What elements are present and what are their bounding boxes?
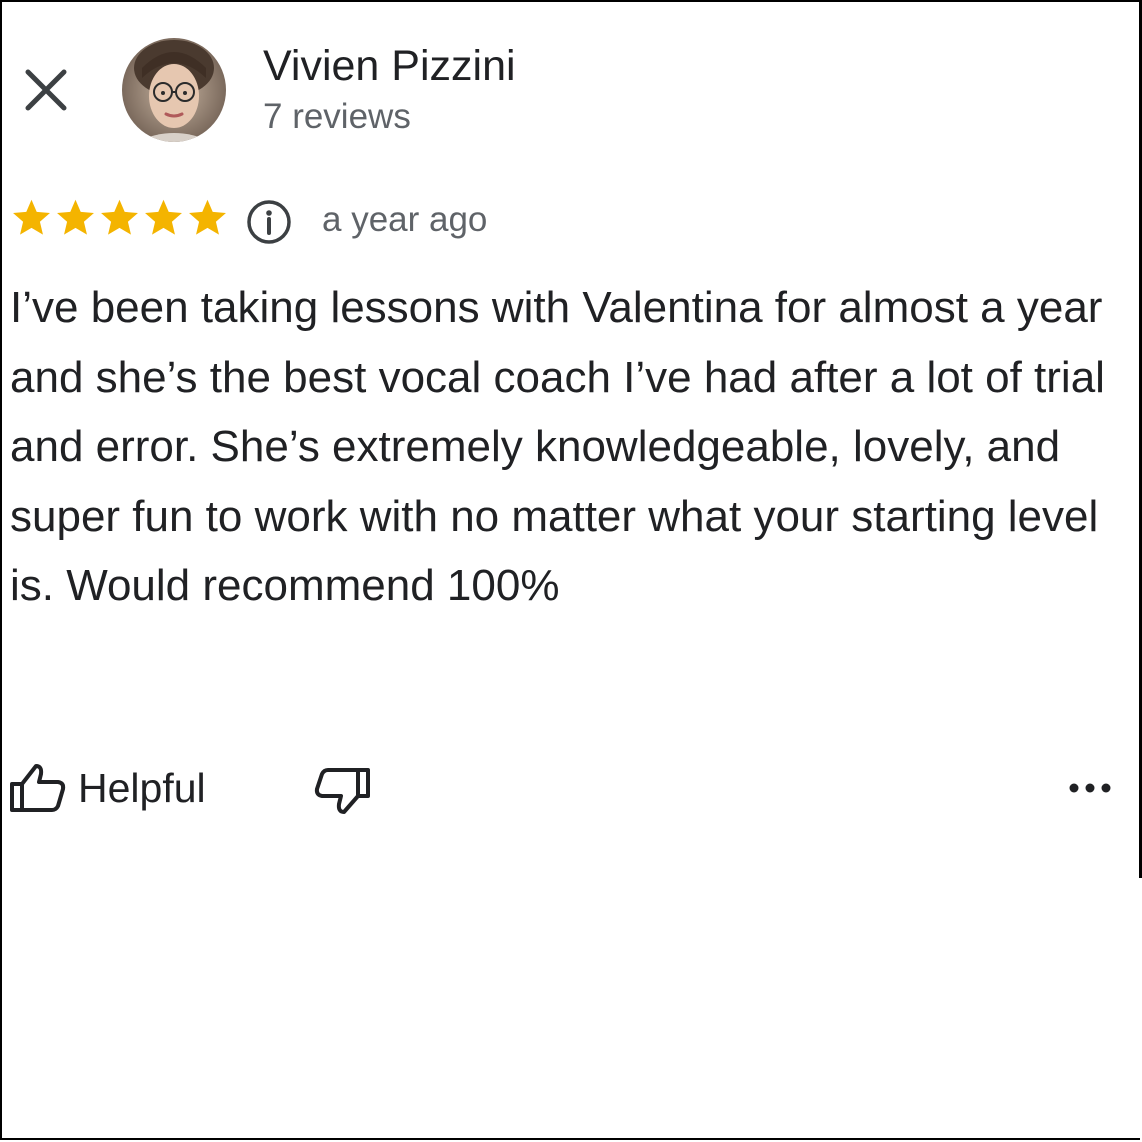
thumbs-up-icon xyxy=(10,764,66,812)
avatar[interactable] xyxy=(122,38,226,142)
more-options-icon[interactable] xyxy=(1062,768,1118,808)
helpful-label: Helpful xyxy=(78,764,206,811)
star-rating xyxy=(10,196,229,244)
star-icon xyxy=(145,199,182,235)
reviews-count[interactable]: 7 reviews xyxy=(263,95,411,139)
review-text: I’ve been taking lessons with Valentina … xyxy=(10,283,1105,610)
reviewer-name[interactable]: Vivien Pizzini xyxy=(263,40,516,92)
thumbs-down-icon[interactable] xyxy=(314,764,372,816)
star-icon xyxy=(13,199,50,235)
star-icon xyxy=(101,199,138,235)
star-icon xyxy=(189,199,226,235)
close-icon[interactable] xyxy=(22,66,70,114)
review-time: a year ago xyxy=(322,200,488,239)
helpful-button[interactable]: Helpful xyxy=(8,760,206,816)
star-icon xyxy=(57,199,94,235)
info-icon[interactable] xyxy=(246,199,292,245)
